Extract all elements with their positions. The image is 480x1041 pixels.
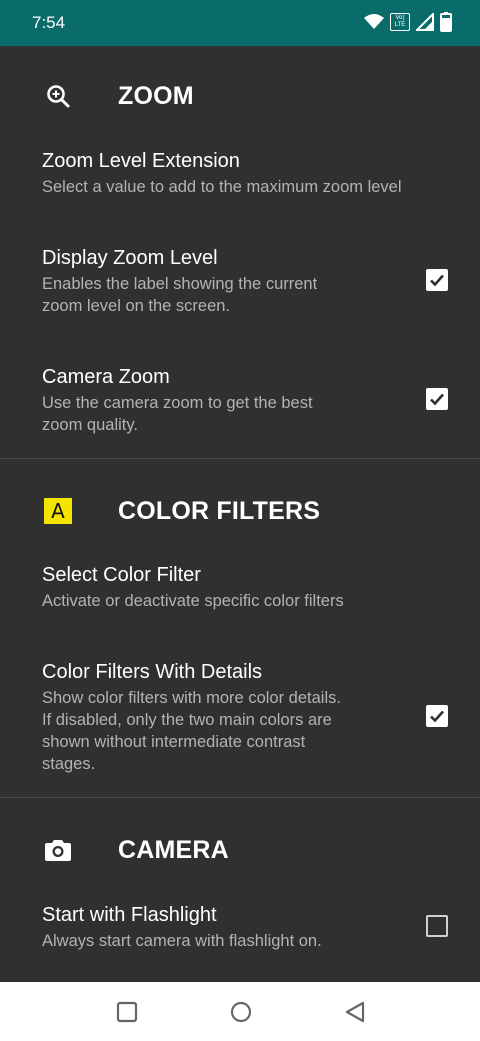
summary-line: stages. — [42, 755, 96, 773]
status-icons: Vo) LTE — [364, 12, 452, 32]
home-circle-icon[interactable] — [230, 1001, 252, 1023]
zoom-in-icon — [44, 82, 72, 110]
section-title-camera: CAMERA — [118, 835, 229, 864]
summary-line: shown without intermediate contrast — [42, 733, 306, 751]
pref-title: Start with Flashlight — [42, 904, 217, 926]
pref-title: Camera Zoom — [42, 366, 170, 388]
pref-zoom-level-extension[interactable]: Zoom Level Extension Select a value to a… — [42, 148, 442, 198]
pref-summary: Always start camera with flashlight on. — [42, 932, 322, 950]
pref-summary: Activate or deactivate specific color fi… — [42, 592, 344, 610]
pref-camera-zoom[interactable]: Camera Zoom Use the camera zoom to get t… — [42, 364, 442, 436]
back-triangle-icon[interactable] — [344, 1001, 366, 1023]
pref-color-filters-with-details[interactable]: Color Filters With Details Show color fi… — [42, 659, 442, 775]
section-header-zoom: ZOOM — [0, 66, 480, 126]
section-title-zoom: ZOOM — [118, 81, 194, 110]
check-icon — [430, 274, 444, 287]
pref-start-with-flashlight[interactable]: Start with Flashlight Always start camer… — [42, 902, 442, 952]
pref-title: Display Zoom Level — [42, 247, 218, 269]
wifi-icon — [364, 14, 384, 30]
summary-line: Use the camera zoom to get the best — [42, 394, 313, 412]
pref-summary: Show color filters with more color detai… — [42, 687, 442, 775]
navigation-bar — [0, 982, 480, 1041]
display-zoom-level-checkbox[interactable] — [426, 269, 448, 291]
settings-list[interactable]: ZOOM Zoom Level Extension Select a value… — [0, 46, 480, 982]
pref-title: Select Color Filter — [42, 564, 201, 586]
camera-icon — [44, 836, 72, 864]
pref-title: Zoom Level Extension — [42, 150, 240, 172]
summary-line: zoom level on the screen. — [42, 297, 231, 315]
recents-square-icon[interactable] — [116, 1001, 138, 1023]
section-title-color-filters: COLOR FILTERS — [118, 496, 321, 525]
check-icon — [430, 393, 444, 406]
divider — [0, 797, 480, 798]
pref-summary: Use the camera zoom to get the best zoom… — [42, 392, 442, 436]
battery-icon — [440, 12, 452, 32]
divider — [0, 458, 480, 459]
section-header-camera: CAMERA — [0, 820, 480, 880]
camera-zoom-checkbox[interactable] — [426, 388, 448, 410]
volte-icon: Vo) LTE — [390, 13, 410, 31]
section-header-color-filters: A COLOR FILTERS — [0, 481, 480, 541]
pref-summary: Select a value to add to the maximum zoo… — [42, 178, 402, 196]
start-with-flashlight-checkbox[interactable] — [426, 915, 448, 937]
volte-label: Vo) LTE — [394, 15, 406, 28]
summary-line: zoom quality. — [42, 416, 138, 434]
pref-summary: Enables the label showing the current zo… — [42, 273, 442, 317]
signal-icon — [416, 13, 434, 31]
status-bar: 7:54 Vo) LTE — [0, 0, 480, 46]
letter-a-icon: A — [44, 498, 72, 524]
letter-a-glyph: A — [51, 499, 65, 523]
check-icon — [430, 710, 444, 723]
pref-display-zoom-level[interactable]: Display Zoom Level Enables the label sho… — [42, 245, 442, 317]
summary-line: Show color filters with more color detai… — [42, 689, 341, 707]
pref-select-color-filter[interactable]: Select Color Filter Activate or deactiva… — [42, 562, 442, 612]
summary-line: If disabled, only the two main colors ar… — [42, 711, 332, 729]
pref-title: Color Filters With Details — [42, 661, 263, 683]
summary-line: Enables the label showing the current — [42, 275, 318, 293]
status-time: 7:54 — [32, 13, 66, 32]
color-filters-with-details-checkbox[interactable] — [426, 705, 448, 727]
